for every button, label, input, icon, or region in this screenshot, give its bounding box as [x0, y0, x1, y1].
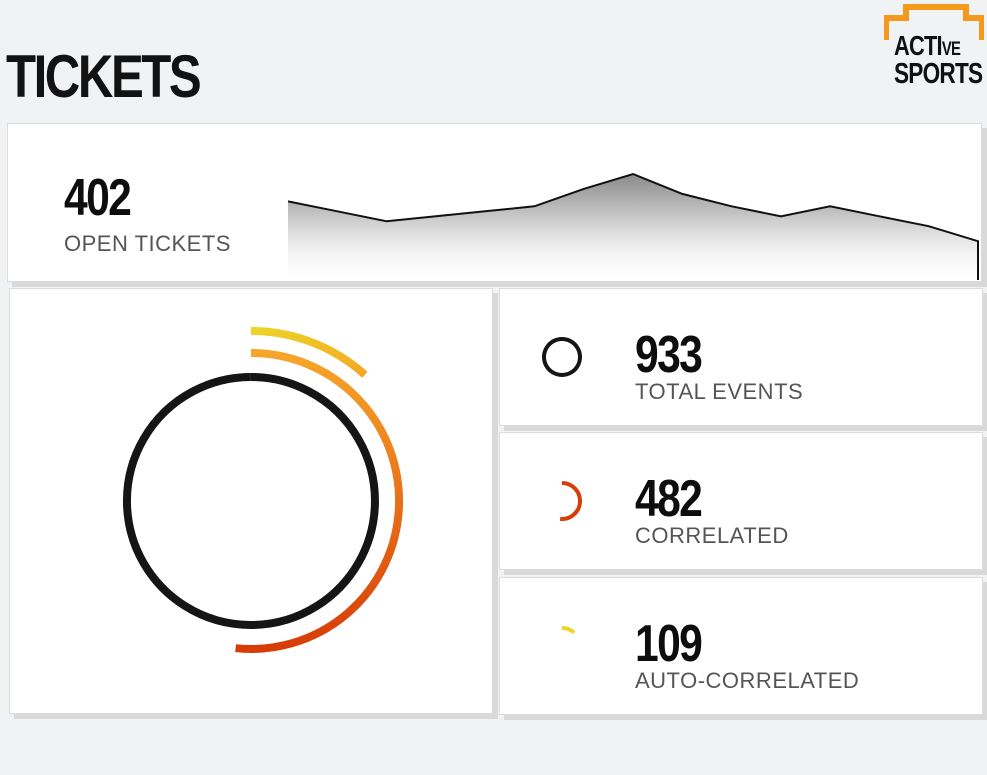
open-tickets-sparkline: [287, 172, 979, 280]
correlated-ring-icon: [559, 481, 582, 521]
events-ring-chart: [122, 327, 404, 653]
ring-arc-total-events: [122, 373, 379, 629]
page-title: TICKETS: [6, 43, 202, 110]
auto-correlated-label: AUTO-CORRELATED: [635, 668, 860, 693]
correlated-label: CORRELATED: [635, 523, 789, 548]
total-events-value: 933: [635, 326, 703, 384]
total-events-label: TOTAL EVENTS: [635, 379, 804, 404]
open-tickets-value: 402: [64, 169, 132, 227]
correlated-value: 482: [635, 470, 703, 528]
logo-line2: SPORTS: [894, 58, 983, 90]
auto-correlated-value: 109: [635, 615, 703, 673]
open-tickets-card: 402 OPEN TICKETS: [7, 123, 982, 282]
correlated-card: 482 CORRELATED: [499, 432, 983, 570]
auto-correlated-card: 109 AUTO-CORRELATED: [499, 577, 983, 715]
total-events-card: 933 TOTAL EVENTS: [499, 288, 983, 426]
sparkline-area: [288, 174, 978, 280]
auto-correlated-ring-icon: [561, 626, 576, 635]
open-tickets-label: OPEN TICKETS: [64, 231, 231, 256]
active-sports-logo[interactable]: ACTIVE SPORTS: [884, 4, 984, 90]
events-ring-card: [9, 288, 493, 714]
total-events-ring-icon: [542, 337, 582, 377]
